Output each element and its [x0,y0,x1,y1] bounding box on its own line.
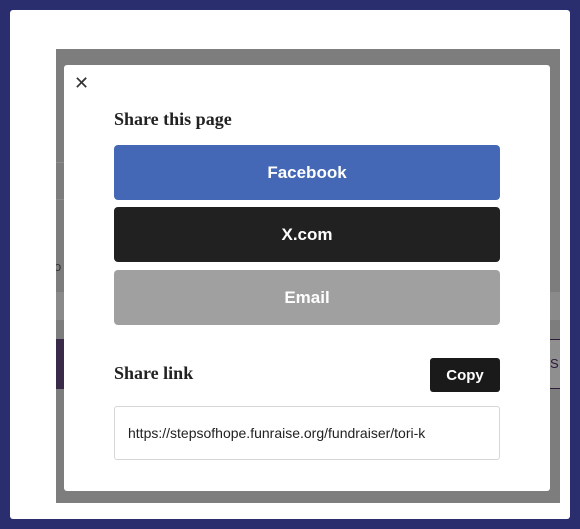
page-frame: o S ✕ Share this page Facebook X.com Ema… [10,10,570,519]
background-text-fragment: o [56,259,62,274]
email-share-button[interactable]: Email [114,270,500,325]
background-divider [56,162,64,163]
x-share-button[interactable]: X.com [114,207,500,262]
facebook-share-button[interactable]: Facebook [114,145,500,200]
background-divider [56,199,64,200]
share-link-label: Share link [114,363,194,383]
modal-title: Share this page [114,109,232,129]
share-modal: ✕ Share this page Facebook X.com Email S… [64,65,550,491]
share-link-input[interactable] [114,406,500,460]
close-icon[interactable]: ✕ [74,75,92,93]
copy-button[interactable]: Copy [430,358,500,392]
